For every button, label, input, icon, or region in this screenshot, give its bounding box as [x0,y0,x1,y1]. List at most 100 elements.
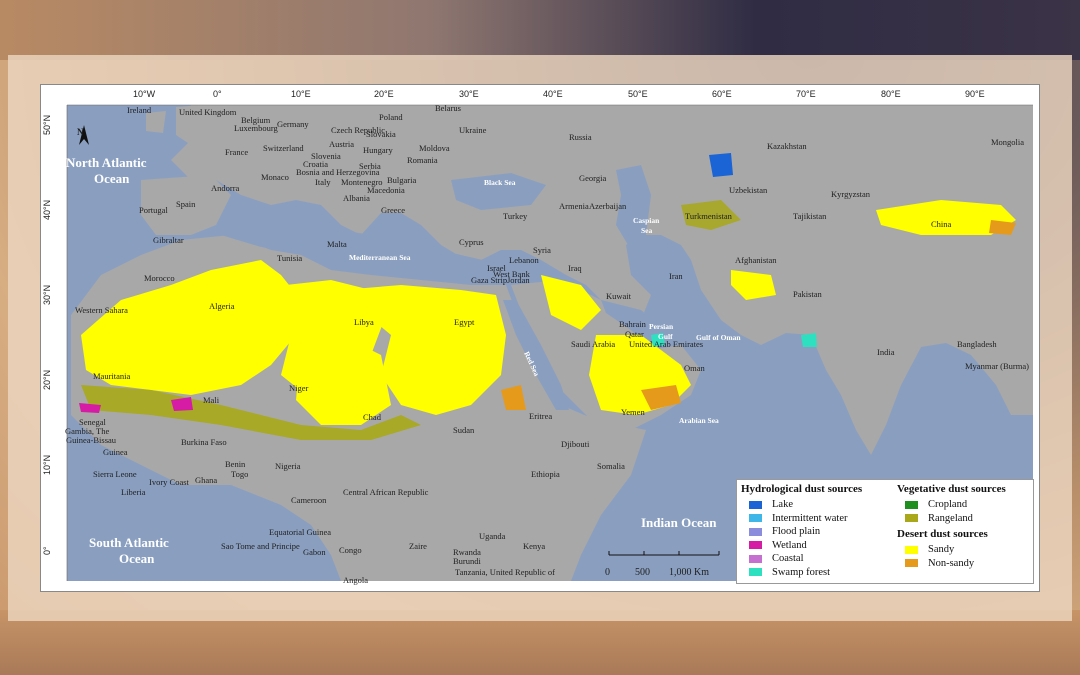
country-label: France [225,147,248,157]
lon-label: 70°E [796,89,816,99]
country-label: Gibraltar [153,235,184,245]
country-label: Ivory Coast [149,477,190,487]
country-label: Niger [289,383,309,393]
country-label: Azerbaijan [589,201,627,211]
country-label: Kyrgyzstan [831,189,871,199]
legend-title: Hydrological dust sources [741,483,863,495]
country-label: India [877,347,895,357]
country-label: Congo [339,545,362,555]
lon-label: 30°E [459,89,479,99]
country-label: Albania [343,193,370,203]
country-label: Ghana [195,475,217,485]
legend-label: Coastal [772,553,804,565]
country-label: Libya [354,317,374,327]
legend-item: Non-sandy [897,557,1006,571]
legend-label: Intermittent water [772,512,848,524]
lon-label: 0° [213,89,222,99]
swatch-lake [749,500,762,509]
country-label: Benin [225,459,246,469]
scale-label: 500 [635,567,650,578]
country-label: Liberia [121,487,146,497]
country-label: Iraq [568,263,582,273]
legend-item: Sandy [897,543,1006,557]
swatch-wetland [749,541,762,550]
country-label: Mauritania [93,371,131,381]
country-label: Angola [343,575,368,585]
lon-label: 80°E [881,89,901,99]
map-legend: Hydrological dust sources Lake Intermitt… [736,479,1034,584]
country-label: Djibouti [561,439,590,449]
country-label: Moldova [419,143,450,153]
legend-item: Coastal [741,552,862,566]
country-label: Uzbekistan [729,185,768,195]
country-label: Malta [327,239,347,249]
country-label: Ukraine [459,125,487,135]
country-label: Burkina Faso [181,437,227,447]
country-label: Syria [533,245,551,255]
country-label: Romania [407,155,438,165]
sea-label: Mediterranean Sea [349,253,411,262]
country-label: Nigeria [275,461,301,471]
sea-label: Caspian [633,216,660,225]
country-label: Sierra Leone [93,469,137,479]
country-label: Tunisia [277,253,302,263]
legend-item: Rangeland [897,512,1006,526]
country-label: Algeria [209,301,235,311]
country-label: Equatorial Guinea [269,527,331,537]
country-label: Sudan [453,425,475,435]
country-label: Bahrain [619,319,647,329]
legend-label: Flood plain [772,526,821,538]
country-label: Yemen [621,407,645,417]
country-label: Pakistan [793,289,823,299]
country-label: Togo [231,469,248,479]
country-label: Zaire [409,541,427,551]
country-label: Western Sahara [75,305,128,315]
legend-label: Lake [772,499,793,511]
lon-label: 90°E [965,89,985,99]
lat-label: 10°N [42,455,52,475]
legend-item: Intermittent water [741,512,862,526]
swatch-sandy [905,545,918,554]
country-label: Georgia [579,173,606,183]
country-label: Russia [569,132,592,142]
country-label: Kenya [523,541,545,551]
ocean-label: North Atlantic [66,155,147,170]
country-label: Monaco [261,172,289,182]
legend-title: Desert dust sources [897,528,988,540]
country-label: Guinea-Bissau [66,435,117,445]
lat-label: 20°N [42,370,52,390]
country-label: Guinea [103,447,128,457]
country-label: Sao Tome and Principe [221,541,300,551]
country-label: Luxembourg [234,123,279,133]
swatch-cropland [905,500,918,509]
country-label: Ireland [127,105,152,115]
swatch-flood-plain [749,527,762,536]
country-label: Portugal [139,205,168,215]
country-label: Andorra [211,183,240,193]
country-label: Cameroon [291,495,327,505]
country-label: Switzerland [263,143,304,153]
country-label: Slovakia [366,129,396,139]
country-label: Mongolia [991,137,1024,147]
ocean-label: Ocean [94,171,130,186]
swatch-non-sandy [905,559,918,568]
legend-hydrological: Hydrological dust sources Lake Intermitt… [741,483,862,579]
country-label: Uganda [479,531,506,541]
country-label: Poland [379,112,403,122]
country-label: China [931,219,952,229]
country-label: Chad [363,412,382,422]
country-label: Afghanistan [735,255,777,265]
lon-label: 60°E [712,89,732,99]
country-label: Gabon [303,547,326,557]
country-label: Eritrea [529,411,552,421]
legend-label: Non-sandy [928,557,975,569]
country-label: Mali [203,395,220,405]
sea-label: Persian [649,322,674,331]
swatch-rangeland [905,514,918,523]
country-label: Germany [277,119,309,129]
country-label: Gaza Strip [471,275,507,285]
lon-label: 10°W [133,89,156,99]
country-label: Central African Republic [343,487,429,497]
country-label: Egypt [454,317,475,327]
swamp-forest-pakistan [801,333,817,347]
